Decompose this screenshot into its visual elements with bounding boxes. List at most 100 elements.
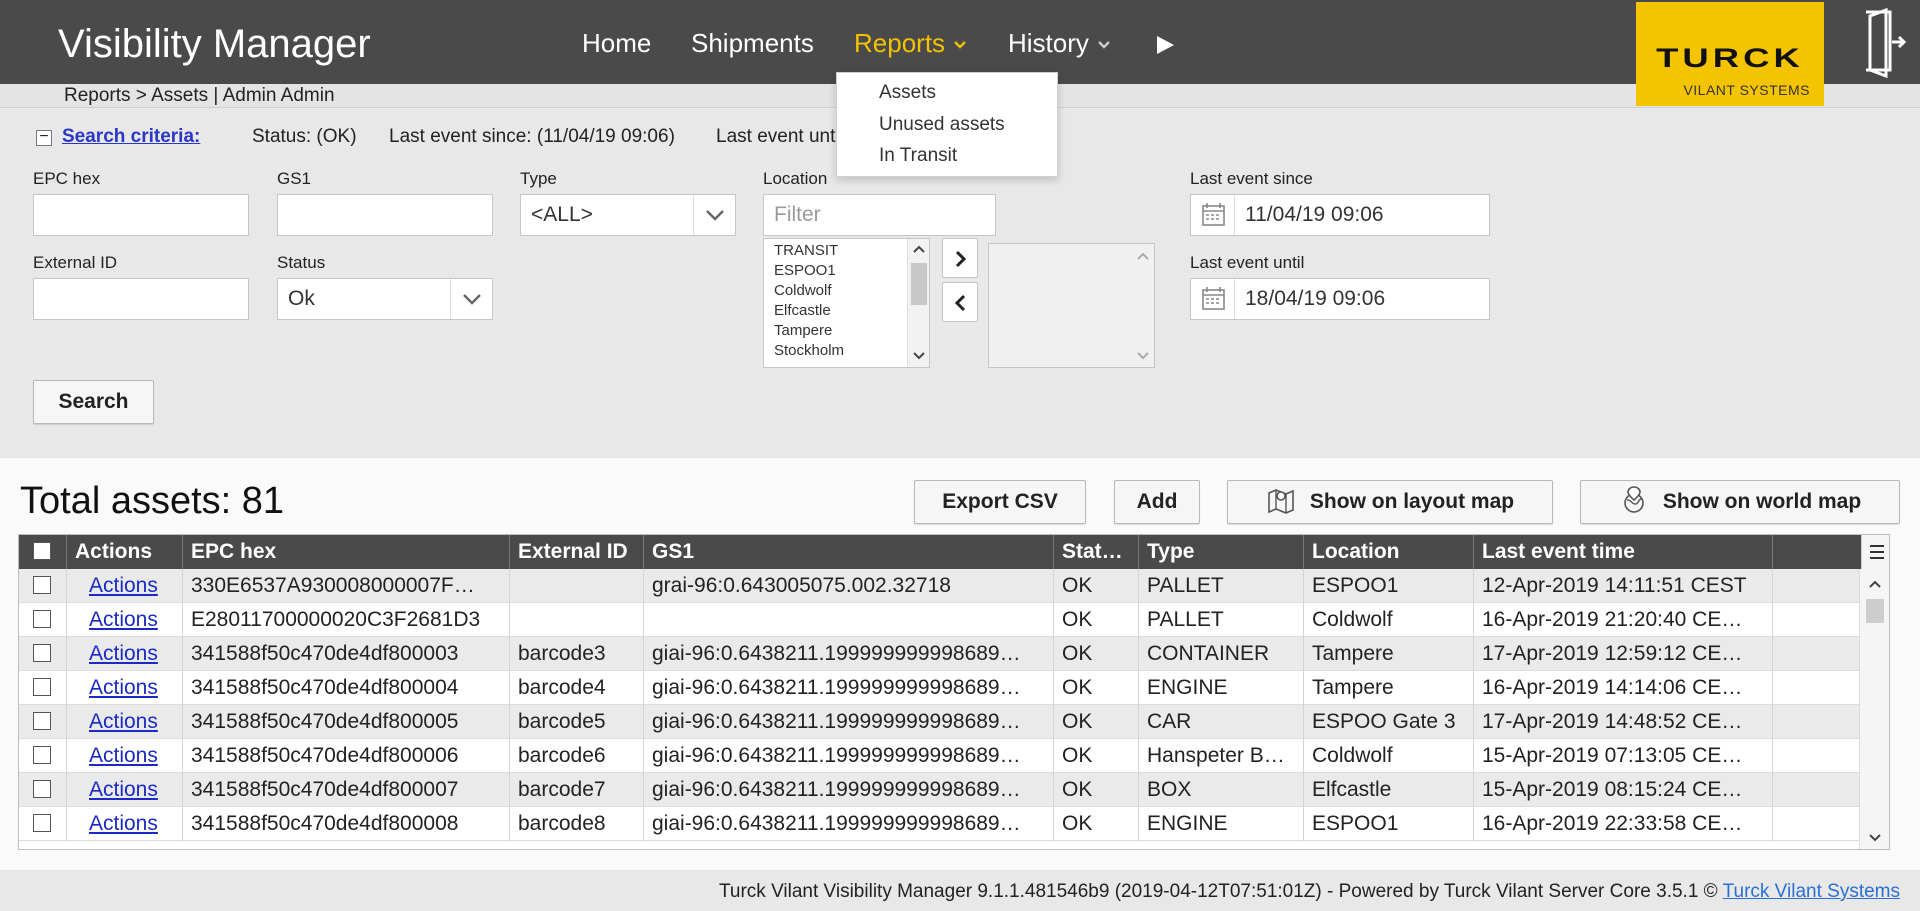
type-select[interactable]: <ALL>	[520, 194, 736, 236]
row-select-checkbox[interactable]	[33, 813, 51, 832]
table-row[interactable]: Actions 341588f50c470de4df800008 barcode8 g…	[19, 807, 1889, 841]
row-select-checkbox[interactable]	[33, 779, 51, 798]
actions-cell: Actions	[67, 637, 183, 671]
search-button[interactable]: Search	[33, 380, 154, 424]
location-list-scrollbar[interactable]	[907, 239, 929, 367]
table-row[interactable]: Actions 341588f50c470de4df800005 barcode5 g…	[19, 705, 1889, 739]
external-id-cell	[510, 569, 644, 603]
table-row[interactable]: Actions E28011700000020C3F2681D3 OK PALLET C…	[19, 603, 1889, 637]
selected-list-scrollbar[interactable]	[1132, 244, 1154, 367]
actions-link[interactable]: Actions	[89, 574, 158, 597]
actions-link[interactable]: Actions	[89, 778, 158, 801]
external-id-input[interactable]	[33, 278, 249, 320]
location-cell: Elfcastle	[1304, 773, 1474, 807]
brand-logo-text: TURCK	[1656, 43, 1804, 73]
menu-item-assets[interactable]: Assets	[879, 81, 936, 105]
table-header: Actions EPC hex External ID GS1 Stat… Ty…	[19, 535, 1889, 569]
logout-button[interactable]	[1860, 4, 1920, 80]
menu-item-in-transit[interactable]: In Transit	[879, 144, 957, 168]
table-row[interactable]: Actions 330E6537A930008000007F… grai-96:0.…	[19, 569, 1889, 603]
calendar-icon[interactable]	[1191, 279, 1235, 319]
brand-logo: TURCK VILANT SYSTEMS	[1636, 2, 1824, 106]
last-event-since-field[interactable]: 11/04/19 09:06	[1190, 194, 1490, 236]
menu-item-unused-assets[interactable]: Unused assets	[879, 113, 1005, 137]
row-select-checkbox[interactable]	[33, 711, 51, 730]
collapse-criteria-toggle[interactable]: −	[36, 129, 52, 146]
location-option[interactable]: Tampere	[774, 321, 832, 341]
actions-link[interactable]: Actions	[89, 642, 158, 665]
nav-history[interactable]: History	[1008, 22, 1111, 64]
location-selected-list[interactable]	[988, 243, 1155, 368]
last-event-since-value: 11/04/19 09:06	[1245, 203, 1384, 226]
nav-reports[interactable]: Reports	[854, 22, 967, 64]
column-header-actions[interactable]: Actions	[67, 535, 183, 569]
gs1-input[interactable]	[277, 194, 493, 236]
layout-map-icon	[1268, 489, 1294, 515]
total-assets-count: Total assets: 81	[20, 480, 285, 522]
nav-shipments[interactable]: Shipments	[691, 22, 814, 64]
move-left-button[interactable]	[942, 282, 978, 322]
column-header-status[interactable]: Stat…	[1054, 535, 1139, 569]
column-menu-button[interactable]	[1861, 535, 1889, 569]
type-cell: CAR	[1139, 705, 1304, 739]
row-select-checkbox[interactable]	[33, 609, 51, 628]
actions-link[interactable]: Actions	[89, 744, 158, 767]
status-cell: OK	[1054, 705, 1139, 739]
scrollbar-thumb[interactable]	[1866, 599, 1884, 623]
location-cell: ESPOO Gate 3	[1304, 705, 1474, 739]
gs1-cell: giai-96:0.6438211.199999999998689…	[644, 671, 1054, 705]
last-event-until-field[interactable]: 18/04/19 09:06	[1190, 278, 1490, 320]
actions-link[interactable]: Actions	[89, 608, 158, 631]
column-header-epc-hex[interactable]: EPC hex	[183, 535, 510, 569]
actions-cell: Actions	[67, 671, 183, 705]
footer-company-link[interactable]: Turck Vilant Systems	[1723, 881, 1900, 902]
location-option[interactable]: Elfcastle	[774, 301, 831, 321]
location-option[interactable]: ESPOO1	[774, 261, 836, 281]
location-filter-input[interactable]: Filter	[763, 194, 996, 236]
location-option[interactable]: Coldwolf	[774, 281, 832, 301]
actions-link[interactable]: Actions	[89, 676, 158, 699]
move-right-button[interactable]	[942, 238, 978, 278]
footer-version-text: Turck Vilant Visibility Manager 9.1.1.48…	[719, 881, 1718, 902]
table-row[interactable]: Actions 341588f50c470de4df800006 barcode6 g…	[19, 739, 1889, 773]
search-criteria-link[interactable]: Search criteria:	[62, 126, 200, 148]
nav-more[interactable]	[1154, 22, 1176, 64]
row-select-checkbox[interactable]	[33, 643, 51, 662]
type-cell: ENGINE	[1139, 671, 1304, 705]
actions-link[interactable]: Actions	[89, 710, 158, 733]
table-scrollbar[interactable]	[1859, 569, 1889, 849]
select-all-checkbox[interactable]	[33, 541, 51, 560]
row-select-cell	[19, 773, 67, 807]
epc-hex-cell: 330E6537A930008000007F…	[183, 569, 510, 603]
row-select-checkbox[interactable]	[33, 745, 51, 764]
table-row[interactable]: Actions 341588f50c470de4df800004 barcode4 g…	[19, 671, 1889, 705]
export-csv-button[interactable]: Export CSV	[914, 480, 1086, 524]
nav-home[interactable]: Home	[582, 22, 651, 64]
column-header-gs1[interactable]: GS1	[644, 535, 1054, 569]
show-layout-map-button[interactable]: Show on layout map	[1227, 480, 1553, 524]
status-select[interactable]: Ok	[277, 278, 493, 320]
location-option[interactable]: TRANSIT	[774, 241, 838, 261]
calendar-icon[interactable]	[1191, 195, 1235, 235]
column-header-type[interactable]: Type	[1139, 535, 1304, 569]
show-world-map-button[interactable]: Show on world map	[1580, 480, 1900, 524]
location-label: Location	[763, 169, 828, 188]
actions-link[interactable]: Actions	[89, 812, 158, 835]
scrollbar-thumb[interactable]	[911, 263, 927, 305]
table-row[interactable]: Actions 341588f50c470de4df800003 barcode3 g…	[19, 637, 1889, 671]
chevron-up-icon	[913, 245, 925, 253]
table-row[interactable]: Actions 341588f50c470de4df800007 barcode7 g…	[19, 773, 1889, 807]
external-id-label: External ID	[33, 253, 118, 272]
results-panel: Total assets: 81 Export CSV Add Show on …	[0, 458, 1920, 870]
column-header-location[interactable]: Location	[1304, 535, 1474, 569]
epc-hex-input[interactable]	[33, 194, 249, 236]
column-header-external-id[interactable]: External ID	[510, 535, 644, 569]
type-cell: ENGINE	[1139, 807, 1304, 841]
add-button[interactable]: Add	[1114, 480, 1200, 524]
row-select-checkbox[interactable]	[33, 575, 51, 594]
location-option[interactable]: Stockholm	[774, 341, 844, 361]
location-available-list[interactable]: TRANSIT ESPOO1 Coldwolf Elfcastle Tamper…	[763, 238, 930, 368]
external-id-cell: barcode5	[510, 705, 644, 739]
column-header-last-event-time[interactable]: Last event time	[1474, 535, 1773, 569]
row-select-checkbox[interactable]	[33, 677, 51, 696]
